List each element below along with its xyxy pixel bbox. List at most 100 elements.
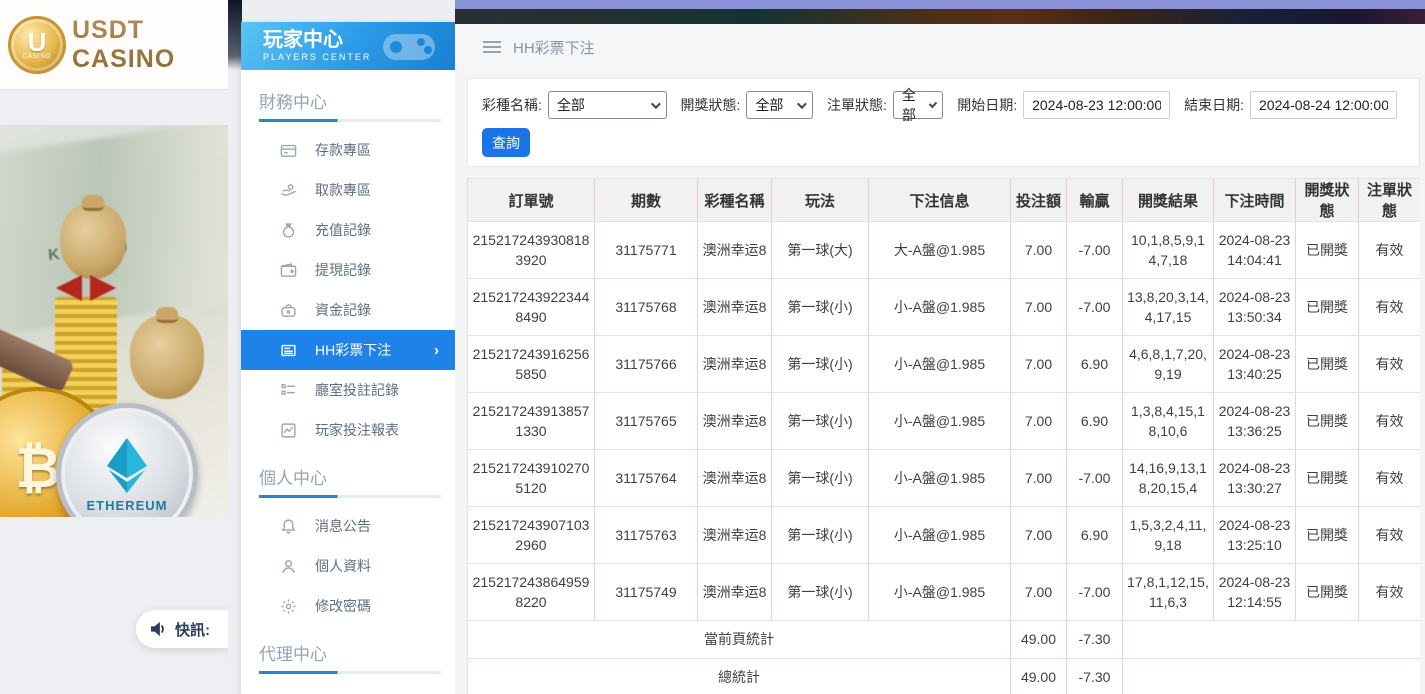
table-cell: 澳洲幸运8 — [698, 336, 772, 393]
table-cell: 6.90 — [1067, 507, 1123, 564]
table-cell: 第一球(小) — [772, 450, 869, 507]
ticker-label: 快訊: — [175, 619, 210, 640]
draw-status-value: 全部 — [755, 95, 783, 115]
sidebar-section: 財務中心存款專區取款專區充值記錄提現記錄資金記錄HH彩票下注› 廳室投註記錄玩家投… — [241, 80, 455, 450]
gear-icon — [279, 597, 297, 615]
table-cell: 有效 — [1359, 564, 1421, 621]
table-row: 215217243916256585031175766澳洲幸运8第一球(小)小-… — [468, 336, 1421, 393]
sidebar-item-profile[interactable]: 個人資料 — [241, 546, 455, 586]
table-cell: 大-A盤@1.985 — [869, 222, 1011, 279]
sidebar-item-label: 廳室投註記錄 — [315, 380, 399, 400]
table-cell: 2152172438649598220 — [468, 564, 595, 621]
sidebar-item-withdraw-record[interactable]: 提現記錄 — [241, 250, 455, 290]
user-icon — [279, 557, 297, 575]
table-row: 215217243907103296031175763澳洲幸运8第一球(小)小-… — [468, 507, 1421, 564]
sidebar-section-title: 代理中心 — [241, 632, 455, 671]
column-header: 彩種名稱 — [698, 179, 772, 222]
table-cell: 2152172439223448490 — [468, 279, 595, 336]
sidebar-section: 個人中心消息公告個人資料修改密碼 — [241, 456, 455, 626]
sidebar-item-label: 充值記錄 — [315, 220, 371, 240]
query-button[interactable]: 查詢 — [482, 128, 530, 157]
lottery-name-select[interactable]: 全部 — [548, 91, 667, 119]
brand-coin-icon: U CASINO — [8, 16, 66, 74]
order-status-select[interactable]: 全部 — [893, 91, 943, 119]
table-cell: 2152172439138571330 — [468, 393, 595, 450]
table-row: 215217243922344849031175768澳洲幸运8第一球(小)小-… — [468, 279, 1421, 336]
wallet-icon — [279, 261, 297, 279]
chevron-down-icon — [929, 99, 938, 108]
sidebar-item-room-bet-record[interactable]: 廳室投註記錄 — [241, 370, 455, 410]
table-cell: 小-A盤@1.985 — [869, 507, 1011, 564]
summary-winloss-total: -7.30 — [1067, 621, 1123, 659]
table-cell: 第一球(小) — [772, 564, 869, 621]
table-row: 215217243913857133031175765澳洲幸运8第一球(小)小-… — [468, 393, 1421, 450]
page-title: HH彩票下注 — [513, 37, 595, 58]
sidebar-item-withdraw-area[interactable]: 取款專區 — [241, 170, 455, 210]
lottery-name-value: 全部 — [557, 95, 585, 115]
list-icon — [279, 381, 297, 399]
ticket-icon — [279, 341, 297, 359]
table-cell: -7.00 — [1067, 450, 1123, 507]
filter-panel: 彩種名稱: 全部 開獎狀態: 全部 注單狀態: 全部 開始日期: 結束日期: 查… — [467, 78, 1420, 167]
sidebar-item-label: 存款專區 — [315, 140, 371, 160]
sidebar-item-fund-record[interactable]: 資金記錄 — [241, 290, 455, 330]
table-header-row: 訂單號期數彩種名稱玩法下注信息投注額輸贏開獎結果下注時間開獎狀態注單狀態 — [468, 179, 1421, 222]
table-cell: 31175765 — [595, 393, 698, 450]
table-cell: 有效 — [1359, 336, 1421, 393]
bets-table: 訂單號期數彩種名稱玩法下注信息投注額輸贏開獎結果下注時間開獎狀態注單狀態 215… — [467, 178, 1420, 694]
draw-status-select[interactable]: 全部 — [746, 91, 813, 119]
brand-name: USDT CASINO — [72, 16, 228, 74]
table-cell: 已開獎 — [1296, 564, 1359, 621]
sidebar-section-title: 財務中心 — [241, 80, 455, 119]
table-cell: 小-A盤@1.985 — [869, 279, 1011, 336]
ethereum-label: ETHEREUM — [87, 498, 168, 513]
table-cell: 2024-08-23 14:04:41 — [1214, 222, 1296, 279]
sidebar-item-player-bet-report[interactable]: 玩家投注報表 — [241, 410, 455, 450]
summary-row: 當前頁統計49.00-7.30 — [468, 621, 1421, 659]
table-cell: 已開獎 — [1296, 450, 1359, 507]
table-cell: 17,8,1,12,15,11,6,3 — [1123, 564, 1214, 621]
chevron-right-icon: › — [434, 342, 439, 359]
speaker-icon — [150, 621, 168, 637]
table-cell: -7.00 — [1067, 564, 1123, 621]
sidebar-item-hh-lottery-bets[interactable]: HH彩票下注› — [241, 330, 455, 370]
table-cell: 1,5,3,2,4,11,9,18 — [1123, 507, 1214, 564]
bag-icon — [279, 221, 297, 239]
sidebar-item-announcements[interactable]: 消息公告 — [241, 506, 455, 546]
table-cell: 2024-08-23 13:25:10 — [1214, 507, 1296, 564]
section-underline — [259, 495, 441, 498]
gamepad-icon — [381, 28, 437, 66]
table-cell: 澳洲幸运8 — [698, 564, 772, 621]
summary-label: 總統計 — [468, 659, 1011, 694]
table-cell: 第一球(小) — [772, 336, 869, 393]
table-cell: 31175763 — [595, 507, 698, 564]
brand-logo[interactable]: U CASINO USDT CASINO — [0, 0, 228, 90]
table-cell: 小-A盤@1.985 — [869, 564, 1011, 621]
ethereum-diamond-icon — [101, 436, 153, 494]
table-cell: 已開獎 — [1296, 507, 1359, 564]
sidebar-item-deposit-area[interactable]: 存款專區 — [241, 130, 455, 170]
table-cell: 31175766 — [595, 336, 698, 393]
sidebar-item-recharge-record[interactable]: 充值記錄 — [241, 210, 455, 250]
table-cell: 2152172439162565850 — [468, 336, 595, 393]
table-cell: 6.90 — [1067, 393, 1123, 450]
section-underline — [259, 119, 441, 122]
start-date-input[interactable] — [1023, 91, 1170, 119]
column-header: 開獎結果 — [1123, 179, 1214, 222]
table-cell: 7.00 — [1011, 222, 1067, 279]
end-date-input[interactable] — [1250, 91, 1397, 119]
table-cell: 13,8,20,3,14,4,17,15 — [1123, 279, 1214, 336]
bell-icon — [279, 517, 297, 535]
news-ticker[interactable]: 快訊: — [136, 610, 228, 648]
sidebar-item-agent-rules[interactable]: 代理規則說明 — [241, 682, 455, 694]
table-cell: 已開獎 — [1296, 336, 1359, 393]
brand-coin-caption: CASINO — [22, 54, 51, 60]
menu-toggle-icon[interactable] — [483, 41, 501, 53]
table-cell: 7.00 — [1011, 393, 1067, 450]
draw-status-label: 開獎狀態: — [681, 95, 741, 115]
table-cell: 7.00 — [1011, 507, 1067, 564]
sidebar-item-change-password[interactable]: 修改密碼 — [241, 586, 455, 626]
hand-icon — [279, 181, 297, 199]
table-cell: 小-A盤@1.985 — [869, 450, 1011, 507]
table-cell: 第一球(小) — [772, 393, 869, 450]
